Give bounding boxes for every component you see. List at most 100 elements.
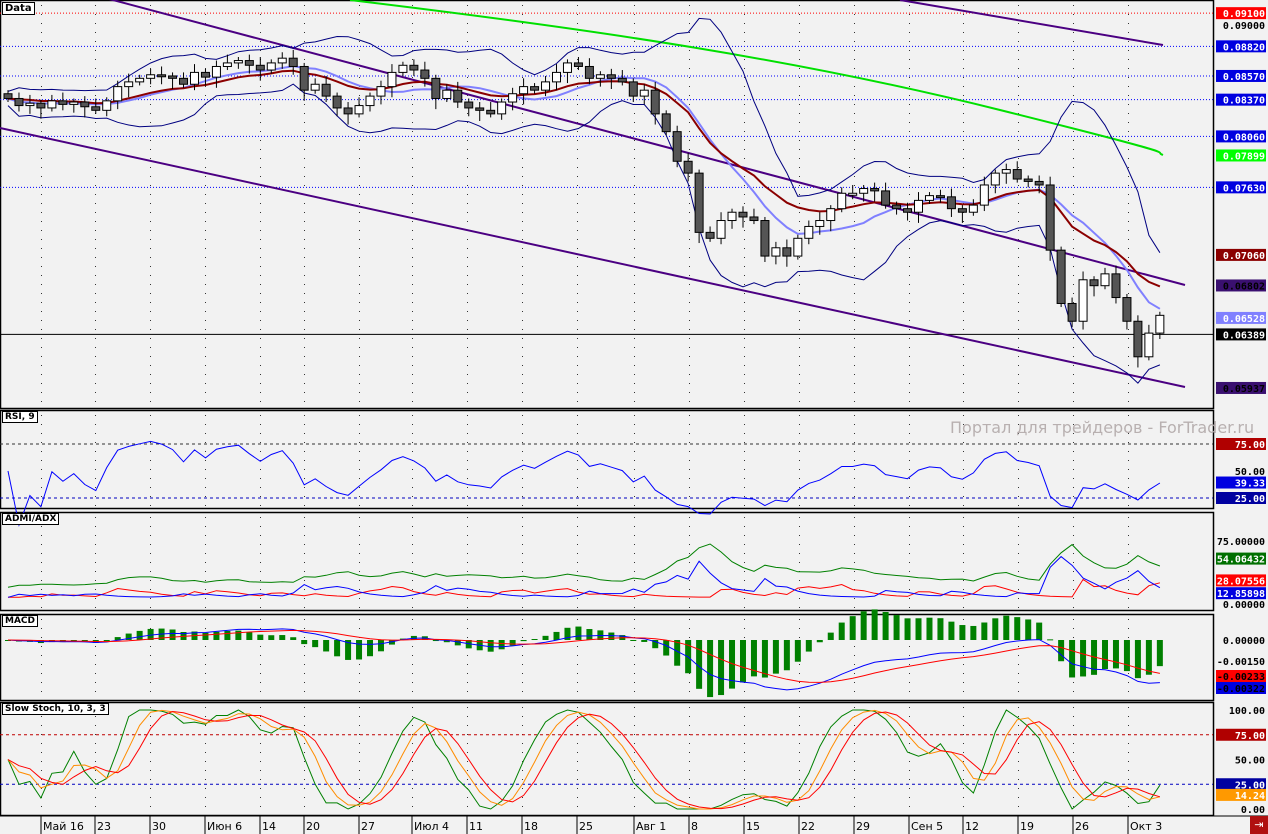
x-tick-label: 11	[469, 820, 483, 833]
grid-dot	[41, 646, 42, 647]
candle-bullish	[354, 105, 364, 115]
grid-dot	[799, 392, 800, 393]
grid-dot	[634, 598, 635, 599]
grid-dot	[304, 59, 305, 60]
grid-dot	[634, 230, 635, 231]
grid-dot	[359, 122, 360, 123]
grid-dot	[577, 221, 578, 222]
grid-dot	[634, 41, 635, 42]
grid-dot	[304, 347, 305, 348]
grid-dot	[95, 664, 96, 665]
grid-dot	[1073, 619, 1074, 620]
grid-dot	[205, 356, 206, 357]
grid-dot	[205, 59, 206, 60]
grid-dot	[577, 682, 578, 683]
macd-histogram-bar	[739, 640, 746, 683]
grid-dot	[744, 544, 745, 545]
grid-dot	[150, 176, 151, 177]
grid-dot	[412, 607, 413, 608]
grid-dot	[260, 725, 261, 726]
grid-dot	[95, 451, 96, 452]
grid-dot	[205, 194, 206, 195]
grid-dot	[577, 673, 578, 674]
grid-dot	[412, 338, 413, 339]
grid-dot	[963, 469, 964, 470]
grid-dot	[1128, 469, 1129, 470]
scroll-right-button[interactable]: ⇥	[1250, 816, 1268, 834]
grid-dot	[41, 122, 42, 123]
candle-bullish	[848, 192, 858, 196]
candle-bearish	[1045, 184, 1055, 251]
grid-dot	[95, 59, 96, 60]
grid-dot	[1128, 122, 1129, 123]
grid-dot	[1128, 230, 1129, 231]
x-tick-label: 29	[856, 820, 870, 833]
grid-dot	[744, 779, 745, 780]
grid-dot	[1128, 221, 1129, 222]
grid-dot	[359, 535, 360, 536]
grid-dot	[1128, 176, 1129, 177]
grid-dot	[41, 401, 42, 402]
grid-dot	[634, 14, 635, 15]
grid-dot	[304, 311, 305, 312]
grid-dot	[150, 401, 151, 402]
grid-dot	[467, 122, 468, 123]
grid-dot	[412, 770, 413, 771]
grid-dot	[854, 347, 855, 348]
grid-dot	[909, 41, 910, 42]
grid-dot	[963, 553, 964, 554]
grid-dot	[634, 167, 635, 168]
grid-dot	[260, 5, 261, 6]
grid-dot	[467, 571, 468, 572]
grid-dot	[1073, 275, 1074, 276]
grid-dot	[1018, 797, 1019, 798]
grid-dot	[304, 487, 305, 488]
grid-dot	[1018, 122, 1019, 123]
grid-dot	[634, 221, 635, 222]
price-label: 0.06528	[1223, 314, 1265, 325]
grid-dot	[1128, 167, 1129, 168]
grid-dot	[799, 743, 800, 744]
grid-dot	[909, 194, 910, 195]
grid-dot	[467, 637, 468, 638]
grid-dot	[1018, 806, 1019, 807]
grid-dot	[963, 347, 964, 348]
grid-dot	[95, 266, 96, 267]
candle-bearish	[782, 247, 792, 257]
grid-dot	[412, 779, 413, 780]
grid-dot	[467, 496, 468, 497]
grid-dot	[1073, 77, 1074, 78]
grid-dot	[522, 544, 523, 545]
candle-bearish	[881, 190, 891, 206]
macd-histogram-bar	[871, 609, 878, 640]
panel-title-rsi: RSI, 9	[2, 411, 38, 423]
grid-dot	[522, 374, 523, 375]
macd-histogram-bar	[1058, 640, 1065, 662]
grid-dot	[689, 442, 690, 443]
grid-dot	[744, 347, 745, 348]
watermark: Портал для трейдеров - ForTrader.ru	[950, 418, 1255, 437]
grid-dot	[1018, 41, 1019, 42]
grid-dot	[260, 553, 261, 554]
grid-dot	[577, 469, 578, 470]
grid-dot	[412, 239, 413, 240]
macd-histogram-bar	[1003, 615, 1010, 640]
grid-dot	[854, 535, 855, 536]
grid-dot	[522, 203, 523, 204]
macd-value-label: -0.00233	[1217, 672, 1265, 683]
grid-dot	[963, 392, 964, 393]
grid-dot	[909, 415, 910, 416]
grid-dot	[522, 442, 523, 443]
candle-bullish	[519, 86, 529, 95]
grid-dot	[634, 628, 635, 629]
grid-dot	[522, 329, 523, 330]
grid-dot	[909, 433, 910, 434]
price-label: 0.08060	[1223, 132, 1265, 143]
candle-bullish	[990, 172, 1000, 186]
grid-dot	[41, 806, 42, 807]
grid-dot	[41, 266, 42, 267]
grid-dot	[41, 185, 42, 186]
macd-histogram-bar	[202, 632, 209, 640]
grid-dot	[1073, 451, 1074, 452]
grid-dot	[522, 5, 523, 6]
